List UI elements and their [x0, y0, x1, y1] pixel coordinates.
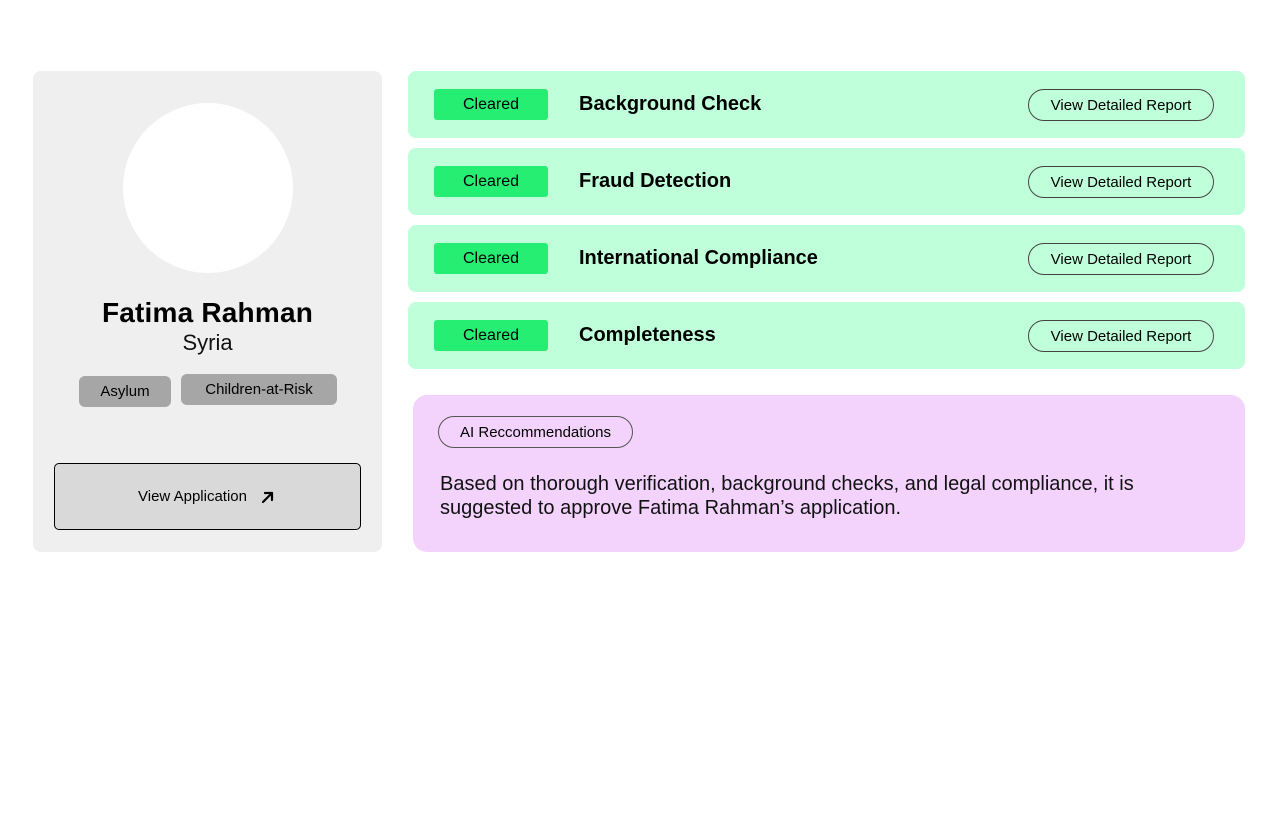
verification-dashboard: Fatima Rahman Syria Asylum Children-at-R…: [0, 0, 1280, 832]
check-row-completeness: Cleared Completeness View Detailed Repor…: [408, 302, 1245, 369]
view-detailed-report-button[interactable]: View Detailed Report: [1028, 320, 1214, 352]
view-detailed-report-button[interactable]: View Detailed Report: [1028, 243, 1214, 275]
check-title: International Compliance: [579, 247, 818, 269]
check-row-international-compliance: Cleared International Compliance View De…: [408, 225, 1245, 292]
applicant-country: Syria: [182, 330, 233, 355]
view-application-label: View Application: [138, 488, 247, 505]
ai-recommendation-text: Based on thorough verification, backgrou…: [440, 473, 1134, 519]
view-detailed-report-button[interactable]: View Detailed Report: [1028, 166, 1214, 198]
status-badge: Cleared: [434, 89, 548, 120]
check-row-fraud-detection: Cleared Fraud Detection View Detailed Re…: [408, 148, 1245, 215]
ai-recommendation-card: AI Reccommendations Based on thorough ve…: [413, 395, 1245, 552]
applicant-name: Fatima Rahman: [101, 297, 314, 328]
status-badge: Cleared: [434, 243, 548, 274]
check-title: Completeness: [579, 324, 716, 346]
tag-asylum: Asylum: [79, 376, 171, 407]
view-application-button[interactable]: View Application: [54, 463, 361, 530]
check-row-background-check: Cleared Background Check View Detailed R…: [408, 71, 1245, 138]
check-title: Background Check: [579, 93, 762, 115]
ai-recommendations-label: AI Reccommendations: [438, 416, 633, 448]
view-detailed-report-button[interactable]: View Detailed Report: [1028, 89, 1214, 121]
arrow-up-right-icon: [259, 488, 277, 506]
status-badge: Cleared: [434, 320, 548, 351]
avatar: [123, 103, 293, 273]
status-badge: Cleared: [434, 166, 548, 197]
tag-children-at-risk: Children-at-Risk: [181, 374, 337, 405]
check-title: Fraud Detection: [579, 170, 732, 192]
applicant-profile-card: Fatima Rahman Syria Asylum Children-at-R…: [33, 71, 382, 552]
